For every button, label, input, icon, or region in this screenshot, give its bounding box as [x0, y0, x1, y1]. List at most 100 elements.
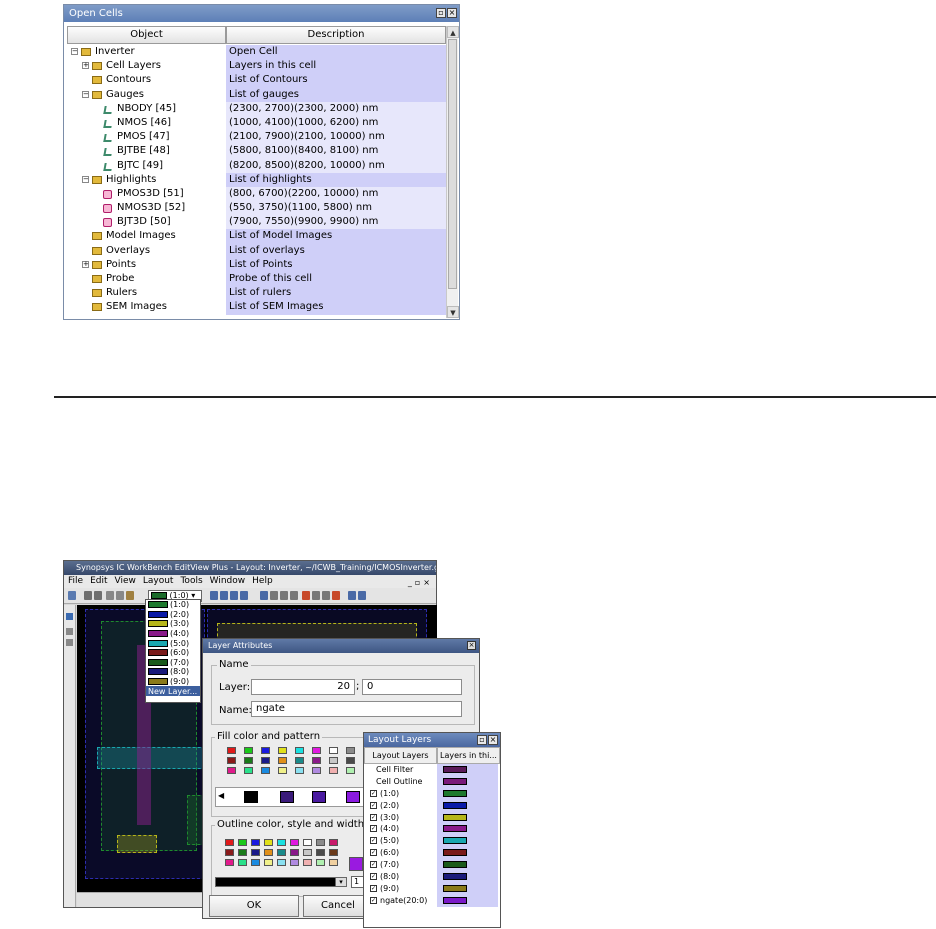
- tree-object-cell[interactable]: NMOS [46]: [67, 116, 226, 130]
- tree-object-cell[interactable]: Contours: [67, 73, 226, 87]
- layer-visibility-checkbox[interactable]: ✓: [370, 789, 377, 797]
- cells-icon[interactable]: [66, 628, 73, 635]
- layer-option[interactable]: (6:0): [146, 648, 200, 658]
- color-swatch[interactable]: [346, 747, 355, 754]
- probe-tool-icon[interactable]: [322, 591, 330, 600]
- pattern-swatch[interactable]: [346, 791, 360, 803]
- layer-option[interactable]: (4:0): [146, 629, 200, 639]
- color-swatch[interactable]: [251, 859, 260, 866]
- select-icon[interactable]: [270, 591, 278, 600]
- scrollbar-thumb[interactable]: [448, 39, 457, 289]
- color-swatch[interactable]: [278, 757, 287, 764]
- collapse-icon[interactable]: −: [82, 175, 89, 183]
- tree-object-cell[interactable]: PMOS3D [51]: [67, 187, 226, 201]
- color-swatch[interactable]: [312, 747, 321, 754]
- zoom-out-icon[interactable]: [220, 591, 228, 600]
- layer-visibility-checkbox[interactable]: ✓: [370, 861, 377, 869]
- layer-visibility-checkbox[interactable]: ✓: [370, 873, 377, 881]
- color-swatch[interactable]: [227, 767, 236, 774]
- float-icon[interactable]: ▫: [477, 735, 487, 745]
- layer-row[interactable]: ✓ (4:0): [364, 823, 500, 836]
- layer-name-input[interactable]: ngate: [251, 701, 462, 717]
- layer-option[interactable]: (9:0): [146, 677, 200, 687]
- tree-row[interactable]: Overlays List of overlays: [67, 243, 446, 258]
- open-cells-title-bar[interactable]: Open Cells ▫ ×: [64, 5, 459, 22]
- layer-option[interactable]: (7:0): [146, 658, 200, 668]
- layer-visibility-checkbox[interactable]: ✓: [370, 813, 377, 821]
- color-swatch[interactable]: [264, 859, 273, 866]
- search-icon[interactable]: [260, 591, 268, 600]
- close-icon[interactable]: ×: [488, 735, 498, 745]
- menu-tools[interactable]: Tools: [180, 575, 202, 588]
- layout-layers-title-bar[interactable]: Layout Layers ▫ ×: [364, 733, 500, 747]
- layer-option[interactable]: (1:0): [146, 600, 200, 610]
- layer-option[interactable]: (8:0): [146, 667, 200, 677]
- tree-row[interactable]: PMOS [47] (2100, 7900)(2100, 10000) nm: [67, 130, 446, 145]
- color-swatch[interactable]: [227, 757, 236, 764]
- color-swatch[interactable]: [277, 859, 286, 866]
- color-swatch[interactable]: [238, 859, 247, 866]
- color-swatch[interactable]: [261, 757, 270, 764]
- tree-row[interactable]: + Points List of Points: [67, 257, 446, 272]
- color-swatch[interactable]: [290, 839, 299, 846]
- color-swatch[interactable]: [261, 767, 270, 774]
- column-header-object[interactable]: Object: [67, 26, 226, 44]
- copy-icon[interactable]: [116, 591, 124, 600]
- color-swatch[interactable]: [346, 757, 355, 764]
- collapse-icon[interactable]: −: [71, 48, 78, 55]
- layer-row[interactable]: ✓ (6:0): [364, 847, 500, 860]
- color-swatch[interactable]: [238, 839, 247, 846]
- pattern-swatch[interactable]: [312, 791, 326, 803]
- main-title-bar[interactable]: Synopsys IC WorkBench EditView Plus - La…: [64, 561, 436, 575]
- layer-row[interactable]: Cell Outline: [364, 775, 500, 788]
- tree-row[interactable]: Probe Probe of this cell: [67, 272, 446, 287]
- tree-object-cell[interactable]: SEM Images: [67, 300, 226, 314]
- clear-icon[interactable]: [332, 591, 340, 600]
- close-icon[interactable]: ×: [447, 8, 457, 18]
- color-swatch[interactable]: [277, 849, 286, 856]
- tree-row[interactable]: NMOS [46] (1000, 4100)(1000, 6200) nm: [67, 115, 446, 131]
- pattern-swatch[interactable]: [280, 791, 294, 803]
- scroll-up-icon[interactable]: ▲: [447, 26, 459, 38]
- ruler-icon[interactable]: [280, 591, 288, 600]
- vertical-scrollbar[interactable]: ▲ ▼: [446, 26, 459, 318]
- color-swatch[interactable]: [261, 747, 270, 754]
- zoom-fit-icon[interactable]: [230, 591, 238, 600]
- tree-row[interactable]: NMOS3D [52] (550, 3750)(1100, 5800) nm: [67, 201, 446, 216]
- color-swatch[interactable]: [244, 747, 253, 754]
- color-swatch[interactable]: [278, 767, 287, 774]
- color-swatch[interactable]: [264, 849, 273, 856]
- tree-object-cell[interactable]: − Gauges: [67, 88, 226, 102]
- tree-row[interactable]: + Cell Layers Layers in this cell: [67, 59, 446, 74]
- color-swatch[interactable]: [303, 839, 312, 846]
- color-swatch[interactable]: [316, 859, 325, 866]
- tree-object-cell[interactable]: + Cell Layers: [67, 59, 226, 73]
- tree-object-cell[interactable]: PMOS [47]: [67, 130, 226, 144]
- tree-row[interactable]: − Highlights List of highlights: [67, 172, 446, 187]
- pattern-left-icon[interactable]: ◀: [218, 791, 224, 800]
- layer-row[interactable]: ✓ (7:0): [364, 859, 500, 872]
- layer-visibility-checkbox[interactable]: ✓: [370, 801, 377, 809]
- menu-window[interactable]: Window: [210, 575, 246, 588]
- gauge-tool-icon[interactable]: [312, 591, 320, 600]
- layer-row[interactable]: ✓ (1:0): [364, 787, 500, 800]
- tree-object-cell[interactable]: NBODY [45]: [67, 102, 226, 116]
- color-swatch[interactable]: [290, 859, 299, 866]
- tree-row[interactable]: BJTC [49] (8200, 8500)(8200, 10000) nm: [67, 158, 446, 173]
- color-swatch[interactable]: [329, 757, 338, 764]
- paste-icon[interactable]: [126, 591, 134, 600]
- layer-row[interactable]: ✓ (8:0): [364, 871, 500, 883]
- color-swatch[interactable]: [244, 767, 253, 774]
- export-icon[interactable]: [348, 591, 356, 600]
- color-swatch[interactable]: [346, 767, 355, 774]
- zoom-in-icon[interactable]: [210, 591, 218, 600]
- color-swatch[interactable]: [303, 859, 312, 866]
- color-swatch[interactable]: [329, 839, 338, 846]
- tree-object-cell[interactable]: BJT3D [50]: [67, 215, 226, 229]
- menu-edit[interactable]: Edit: [90, 575, 107, 588]
- scroll-down-icon[interactable]: ▼: [447, 306, 459, 318]
- layer-number-input[interactable]: 20: [251, 679, 355, 695]
- pattern-swatch[interactable]: [244, 791, 258, 803]
- color-swatch[interactable]: [312, 767, 321, 774]
- layers-icon[interactable]: [66, 613, 73, 620]
